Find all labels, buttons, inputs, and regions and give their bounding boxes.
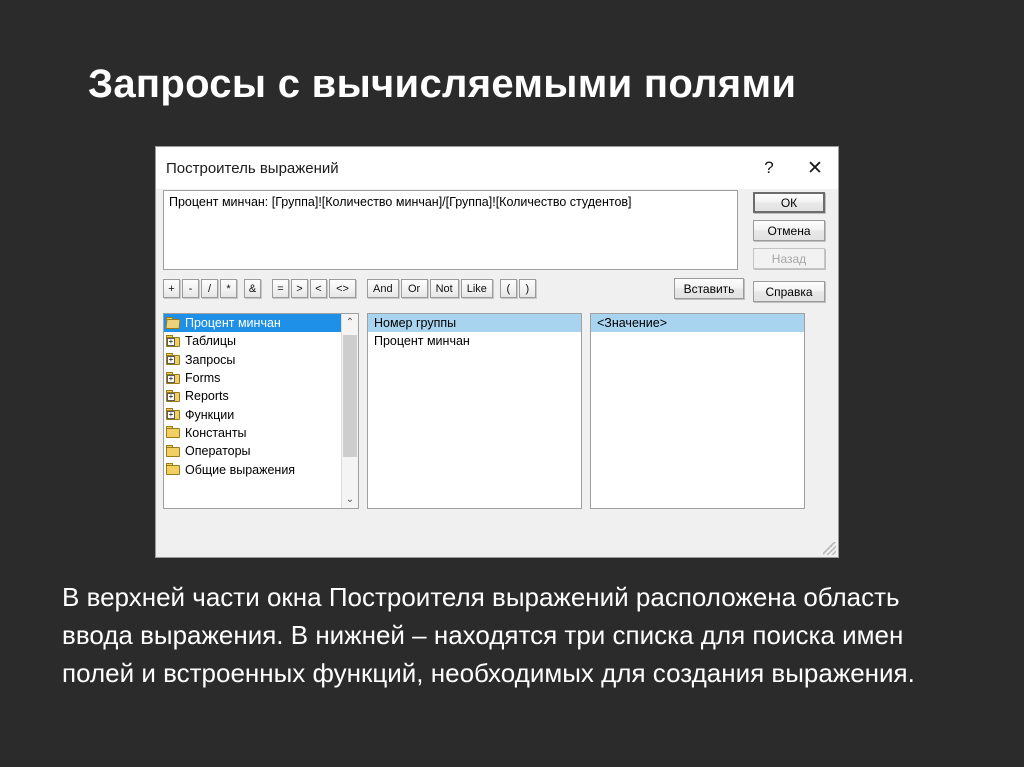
- close-icon[interactable]: ✕: [792, 147, 838, 189]
- folder-expand-icon: +: [166, 353, 181, 366]
- expand-plus-icon[interactable]: +: [167, 337, 175, 346]
- list-item[interactable]: Процент минчан: [368, 332, 581, 350]
- operator-button-and[interactable]: And: [367, 279, 399, 298]
- list-item[interactable]: + Функции: [164, 405, 341, 423]
- list-item[interactable]: Общие выражения: [164, 460, 341, 478]
- list-item-label: Общие выражения: [185, 462, 296, 477]
- operator-button-equals[interactable]: =: [272, 279, 289, 298]
- expression-builder-dialog: Построитель выражений ? ✕ Процент минчан…: [155, 146, 839, 558]
- operator-button-minus[interactable]: -: [182, 279, 199, 298]
- folder-expand-icon: +: [166, 334, 181, 348]
- list-item-label: <Значение>: [597, 316, 668, 331]
- operator-button-multiply[interactable]: *: [220, 279, 237, 298]
- help-icon[interactable]: ?: [746, 147, 792, 189]
- list-item[interactable]: Номер группы: [368, 314, 581, 333]
- operator-button-plus[interactable]: +: [163, 279, 180, 298]
- expression-input[interactable]: Процент минчан: [Группа]![Количество мин…: [163, 190, 738, 270]
- list-item[interactable]: Операторы: [164, 442, 341, 460]
- list-item[interactable]: + Запросы: [164, 351, 341, 369]
- list-item[interactable]: + Таблицы: [164, 332, 341, 350]
- list-item-label: Таблицы: [185, 334, 237, 349]
- list-item-label: Операторы: [185, 444, 251, 459]
- list-item[interactable]: Процент минчан: [164, 314, 341, 333]
- list-panes: Процент минчан + Таблицы + Запросы + Forms + Rep…: [163, 313, 824, 509]
- folder-expand-icon: +: [166, 389, 181, 403]
- operator-button-ltgt[interactable]: <>: [329, 279, 356, 298]
- dialog-titlebar: Построитель выражений ? ✕: [156, 147, 838, 189]
- expand-plus-icon[interactable]: +: [167, 392, 175, 401]
- scrollbar-thumb[interactable]: [343, 335, 357, 457]
- insert-button[interactable]: Вставить: [674, 278, 744, 299]
- list-item[interactable]: <Значение>: [591, 314, 804, 333]
- expand-plus-icon[interactable]: +: [167, 356, 175, 365]
- list-item-label: Функции: [185, 407, 235, 422]
- folder-icon: [166, 426, 181, 439]
- expand-plus-icon[interactable]: +: [167, 374, 175, 383]
- list-item-label: Процент минчан: [185, 316, 281, 331]
- operator-button-not[interactable]: Not: [429, 279, 459, 298]
- folder-open-icon: [165, 316, 181, 330]
- slide-body-text: В верхней части окна Построителя выражен…: [62, 582, 915, 688]
- scroll-up-icon[interactable]: ⌃: [342, 314, 358, 331]
- cancel-button[interactable]: Отмена: [753, 220, 825, 241]
- list-item-label: Номер группы: [374, 316, 457, 331]
- back-button: Назад: [753, 248, 825, 269]
- operator-button-divide[interactable]: /: [201, 279, 218, 298]
- folder-icon: [166, 444, 181, 458]
- operator-button-lt[interactable]: <: [310, 279, 327, 298]
- expand-plus-icon[interactable]: +: [167, 411, 175, 420]
- ok-button[interactable]: ОК: [753, 192, 825, 213]
- operator-button-lparen[interactable]: (: [499, 279, 517, 298]
- list-item-label: Процент минчан: [374, 334, 470, 349]
- element-categories-pane[interactable]: Процент минчан + Таблицы + Запросы + Forms + Rep…: [163, 313, 359, 509]
- list-item-label: Forms: [185, 371, 221, 386]
- titlebar-button-group: ? ✕: [746, 147, 838, 189]
- list-item[interactable]: Константы: [164, 424, 341, 442]
- operator-button-rparen[interactable]: ): [518, 279, 536, 298]
- operator-toolbar: + - / * & = > < <> And Or Not Like (): [163, 279, 538, 298]
- operator-button-or[interactable]: Or: [400, 279, 428, 298]
- list-item[interactable]: + Reports: [164, 387, 341, 405]
- resize-grip-icon[interactable]: [823, 542, 836, 555]
- element-fields-pane[interactable]: Номер группы Процент минчан: [367, 313, 582, 509]
- folder-expand-icon: +: [166, 408, 181, 421]
- operator-button-amp[interactable]: &: [244, 279, 261, 298]
- list-item-label: Константы: [185, 425, 247, 440]
- folder-expand-icon: +: [166, 371, 181, 385]
- operator-button-gt[interactable]: >: [291, 279, 308, 298]
- vertical-scrollbar[interactable]: ⌃ ⌄: [341, 314, 358, 508]
- dialog-title: Построитель выражений: [166, 159, 339, 177]
- operator-button-like[interactable]: Like: [460, 279, 493, 298]
- list-item-label: Reports: [185, 389, 229, 404]
- scroll-down-icon[interactable]: ⌄: [342, 491, 358, 508]
- page-title: Запросы с вычисляемыми полями: [88, 62, 797, 106]
- folder-icon: [166, 463, 181, 476]
- dialog-body: Процент минчан: [Группа]![Количество мин…: [156, 189, 838, 557]
- list-item-label: Запросы: [185, 352, 236, 367]
- help-button[interactable]: Справка: [753, 281, 825, 302]
- list-item[interactable]: + Forms: [164, 369, 341, 387]
- element-values-pane[interactable]: <Значение>: [590, 313, 805, 509]
